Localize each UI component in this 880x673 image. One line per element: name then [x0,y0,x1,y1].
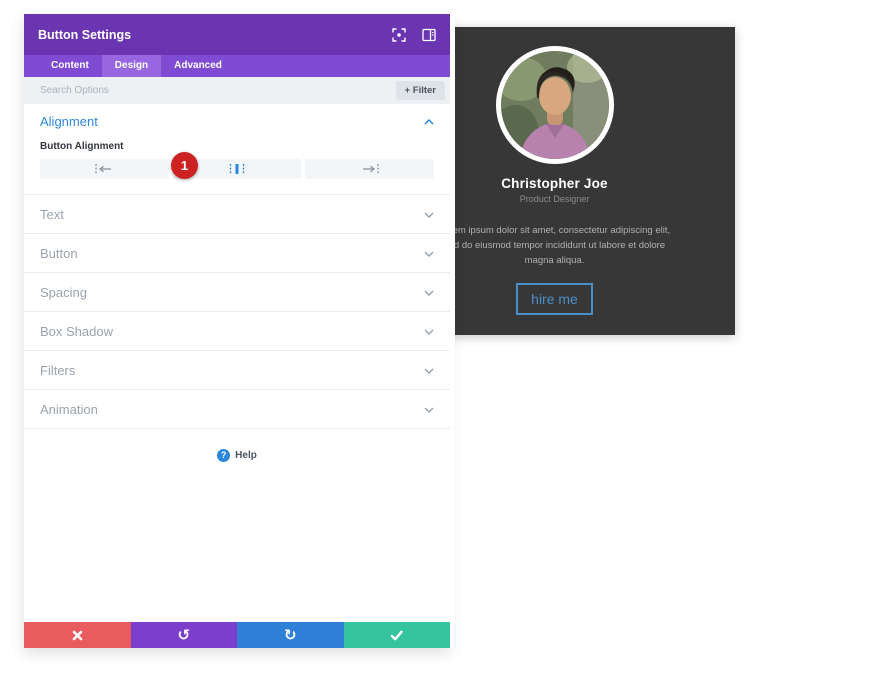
help-link[interactable]: ? Help [217,448,257,462]
alignment-section-header[interactable]: Alignment [40,112,434,130]
tab-design[interactable]: Design [101,55,162,77]
chevron-down-icon [424,361,434,379]
help-row: ? Help [24,429,450,463]
chevron-down-icon [424,400,434,418]
align-left-icon [95,164,112,174]
step-badge: 1 [171,152,198,179]
section-box-shadow[interactable]: Box Shadow [24,312,450,351]
search-options-bar: + Filter [24,77,450,104]
x-icon [72,630,83,640]
avatar [495,46,614,164]
section-animation[interactable]: Animation [24,390,450,429]
chevron-down-icon [424,322,434,340]
align-right-icon [362,164,379,174]
avatar-photo-illustration [500,51,609,159]
chevron-down-icon [424,205,434,223]
section-spacing[interactable]: Spacing [24,273,450,312]
section-filters[interactable]: Filters [24,351,450,390]
undo-icon: ↺ [177,625,191,644]
button-alignment-options: 1 [40,152,435,179]
alignment-section: Alignment Button Alignment 1 [24,104,450,195]
modal-footer: ↺ ↻ [24,622,450,648]
tab-advanced[interactable]: Advanced [161,55,235,77]
align-left-button[interactable] [40,159,169,179]
undo-button[interactable]: ↺ [130,622,237,648]
expand-modal-icon[interactable] [392,27,406,42]
redo-icon: ↻ [283,625,297,644]
hire-me-button[interactable]: hire me [516,283,593,315]
modal-title: Button Settings [38,27,132,42]
alignment-section-title: Alignment [40,113,98,129]
section-text[interactable]: Text [24,195,450,234]
section-button[interactable]: Button [24,234,450,273]
align-right-button[interactable] [305,159,435,179]
button-settings-modal: Button Settings Content Design Advanced … [24,14,450,648]
chevron-down-icon [424,244,434,262]
check-icon [391,630,403,640]
chevron-up-icon [424,112,434,130]
tab-content[interactable]: Content [38,55,102,77]
discard-button[interactable] [24,622,131,648]
filter-button[interactable]: + Filter [395,81,445,100]
align-center-icon [229,164,245,174]
modal-tabbar: Content Design Advanced [24,55,450,77]
settings-content: Alignment Button Alignment 1 Text Button… [24,104,450,622]
help-icon: ? [217,448,231,462]
button-alignment-label: Button Alignment [40,141,124,152]
search-options-input[interactable] [40,85,396,96]
chevron-down-icon [424,283,434,301]
save-button[interactable] [343,622,450,648]
modal-titlebar: Button Settings [24,14,450,55]
dock-panel-icon[interactable] [422,28,436,42]
redo-button[interactable]: ↻ [237,622,344,648]
